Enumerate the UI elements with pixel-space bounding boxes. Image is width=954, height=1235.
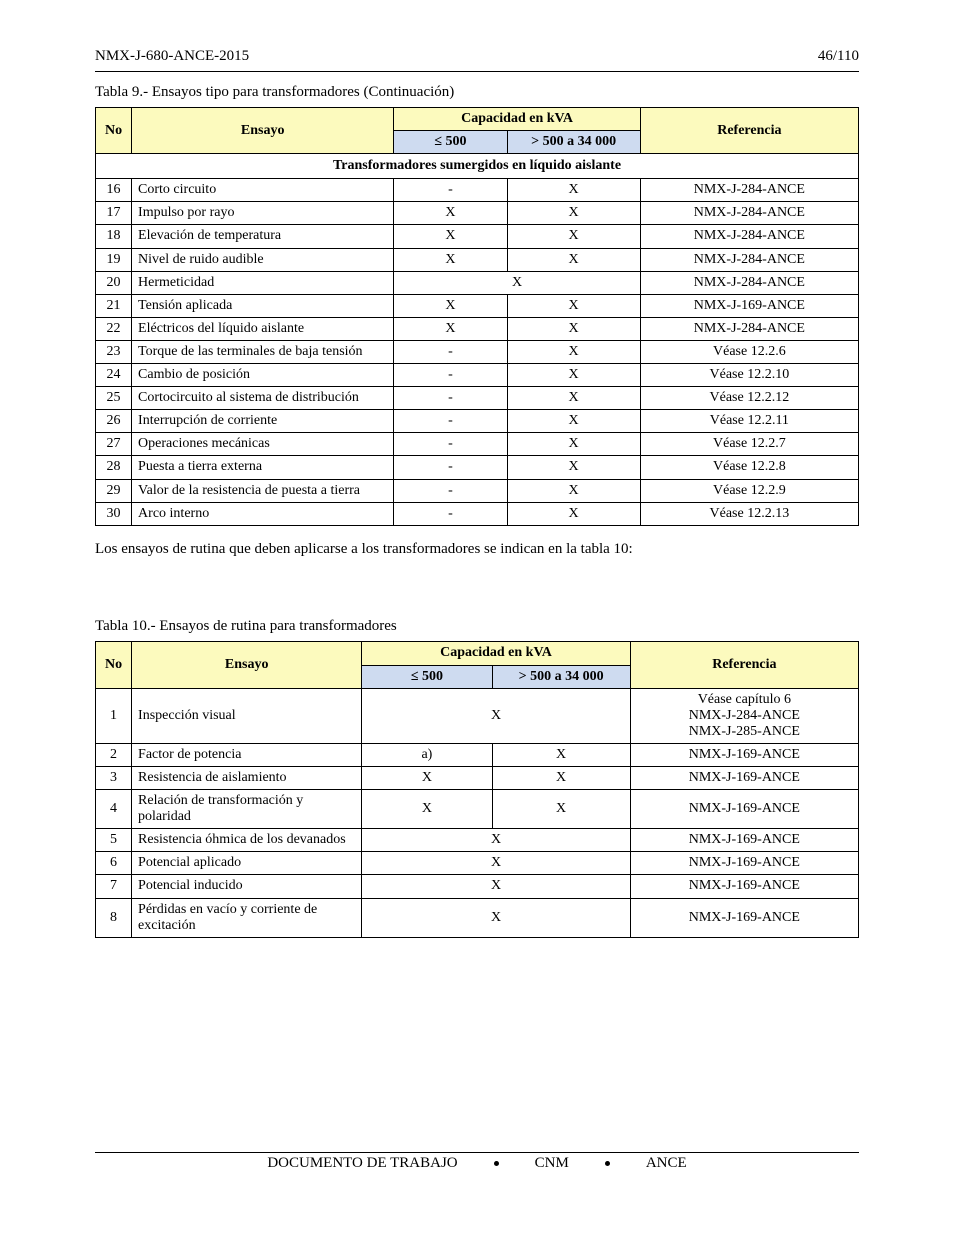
th-no: No (96, 108, 132, 154)
table-row: 28Puesta a tierra externa-XVéase 12.2.8 (96, 456, 859, 479)
table-row: 17Impulso por rayoXXNMX-J-284-ANCE (96, 202, 859, 225)
table-row: 8Pérdidas en vacío y corriente de excita… (96, 898, 859, 937)
table-row: 5Resistencia óhmica de los devanadosXNMX… (96, 829, 859, 852)
table10: No Ensayo Capacidad en kVA Referencia ≤ … (95, 641, 859, 937)
th-cap-right: > 500 a 34 000 (492, 665, 630, 688)
bullet-icon (605, 1161, 610, 1166)
page-footer: DOCUMENTO DE TRABAJO CNM ANCE (95, 1152, 859, 1172)
table9-section: Transformadores sumergidos en líquido ai… (96, 154, 859, 179)
running-header: NMX-J-680-ANCE-2015 46/110 (95, 0, 859, 72)
table9-caption: Tabla 9.- Ensayos tipo para transformado… (95, 84, 859, 101)
th-cap-group: Capacidad en kVA (394, 108, 640, 131)
bullet-icon (494, 1161, 499, 1166)
table-row: 20HermeticidadXNMX-J-284-ANCE (96, 271, 859, 294)
footer-left: DOCUMENTO DE TRABAJO (267, 1155, 457, 1172)
table-row: 16Corto circuito-XNMX-J-284-ANCE (96, 179, 859, 202)
th-ensayo: Ensayo (132, 642, 362, 688)
table-row: 23Torque de las terminales de baja tensi… (96, 340, 859, 363)
th-no: No (96, 642, 132, 688)
table-row: 25Cortocircuito al sistema de distribuci… (96, 387, 859, 410)
th-cap-right: > 500 a 34 000 (507, 131, 640, 154)
table-row: 19Nivel de ruido audibleXXNMX-J-284-ANCE (96, 248, 859, 271)
table9: No Ensayo Capacidad en kVA Referencia ≤ … (95, 107, 859, 526)
table-row: 30Arco interno-XVéase 12.2.13 (96, 502, 859, 525)
table-row: 2Factor de potenciaa)XNMX-J-169-ANCE (96, 743, 859, 766)
doc-id: NMX-J-680-ANCE-2015 (95, 48, 249, 65)
page-number: 46/110 (818, 48, 859, 65)
table10-caption: Tabla 10.- Ensayos de rutina para transf… (95, 618, 859, 635)
table-row: 1 Inspección visual X Véase capítulo 6 N… (96, 688, 859, 743)
table-row: 7Potencial inducidoXNMX-J-169-ANCE (96, 875, 859, 898)
table-row: 22Eléctricos del líquido aislanteXXNMX-J… (96, 317, 859, 340)
th-ensayo: Ensayo (132, 108, 394, 154)
th-cap-group: Capacidad en kVA (362, 642, 630, 665)
ref-multi: Véase capítulo 6 NMX-J-284-ANCE NMX-J-28… (630, 688, 858, 743)
table-row: 21Tensión aplicadaXXNMX-J-169-ANCE (96, 294, 859, 317)
th-cap-left: ≤ 500 (394, 131, 507, 154)
table-row: 24Cambio de posición-XVéase 12.2.10 (96, 364, 859, 387)
table-row: 6Potencial aplicadoXNMX-J-169-ANCE (96, 852, 859, 875)
footer-right: ANCE (646, 1155, 687, 1172)
table10-preface: Los ensayos de rutina que deben aplicars… (95, 540, 859, 559)
th-cap-left: ≤ 500 (362, 665, 492, 688)
table-row: 18Elevación de temperaturaXXNMX-J-284-AN… (96, 225, 859, 248)
footer-center: CNM (535, 1155, 569, 1172)
table-row: 26Interrupción de corriente-XVéase 12.2.… (96, 410, 859, 433)
table-row: 4Relación de transformación y polaridadX… (96, 790, 859, 829)
table-row: 3Resistencia de aislamientoXXNMX-J-169-A… (96, 767, 859, 790)
table-row: 27Operaciones mecánicas-XVéase 12.2.7 (96, 433, 859, 456)
th-ref: Referencia (640, 108, 858, 154)
table-row: 29Valor de la resistencia de puesta a ti… (96, 479, 859, 502)
th-ref: Referencia (630, 642, 858, 688)
